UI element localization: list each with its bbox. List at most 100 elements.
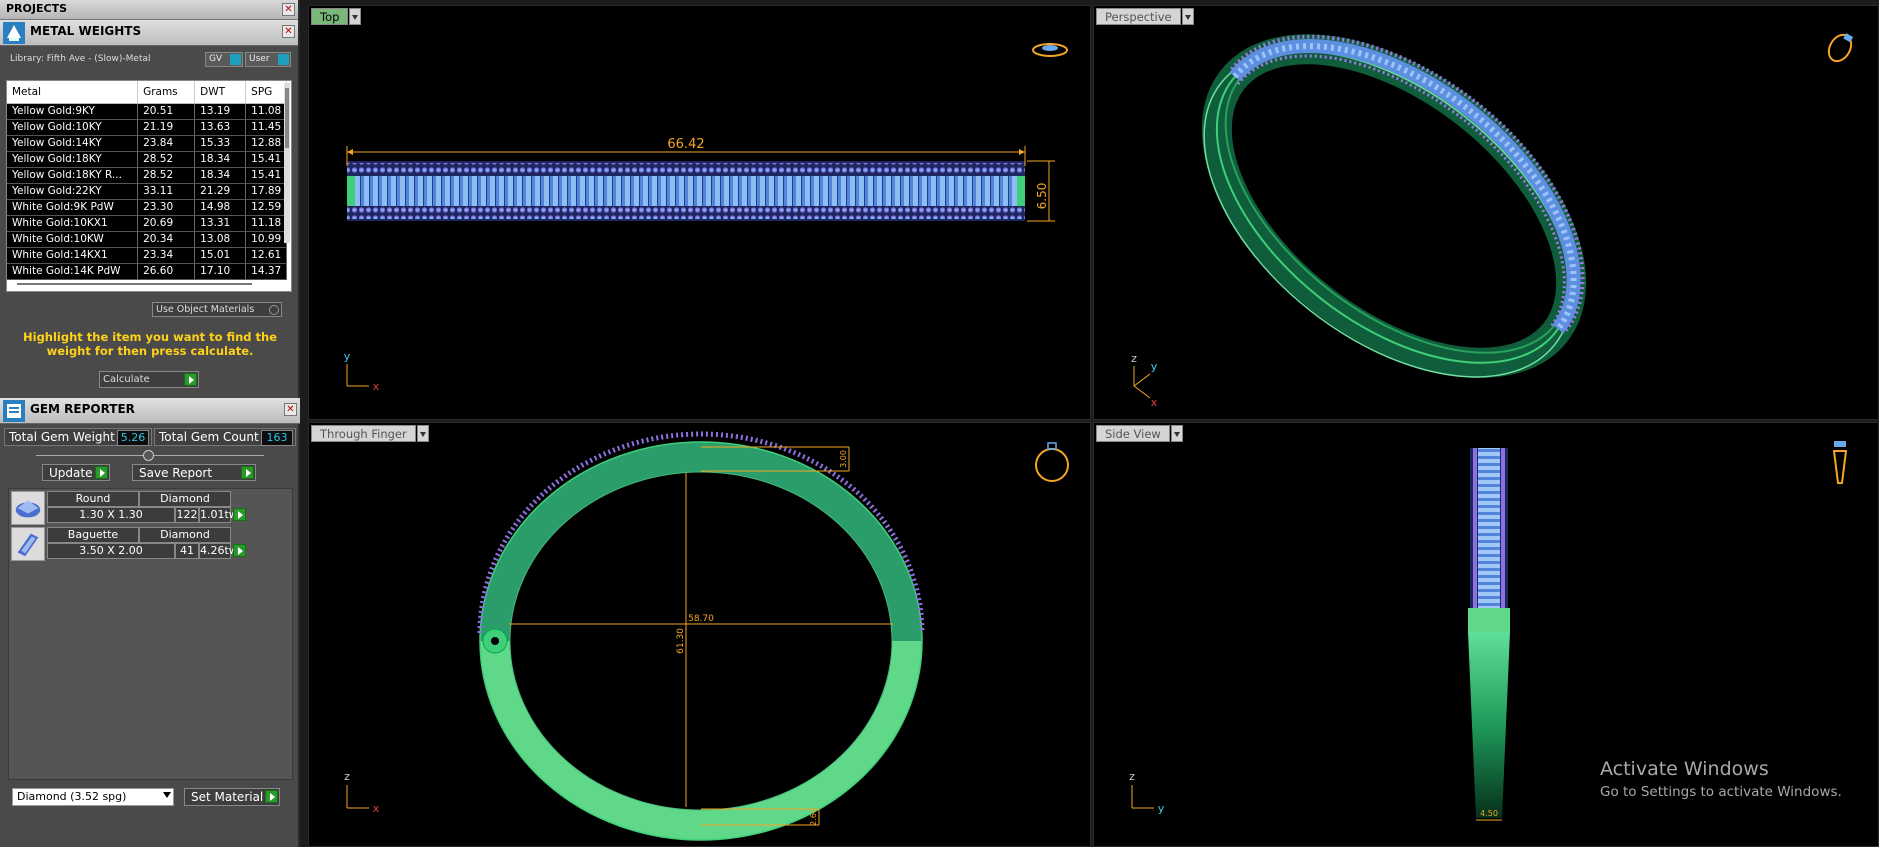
viewport-top[interactable]: Top 66.42 6.50 y x — [308, 5, 1091, 420]
total-count-value: 163 — [261, 430, 293, 446]
ring-thumbnail-icon — [1827, 33, 1854, 63]
table-cell: 10.99 — [245, 231, 287, 248]
watermark-subtitle: Go to Settings to activate Windows. — [1600, 784, 1842, 800]
gem-row-round[interactable]: Round Diamond 1.30 X 1.30 122 1.01tw — [11, 491, 271, 525]
horizontal-scrollbar[interactable] — [17, 283, 252, 285]
table-row[interactable]: Yellow Gold:10KY 21.19 13.63 11.45 — [7, 119, 287, 136]
table-cell: 11.08 — [245, 103, 287, 120]
table-row[interactable]: Yellow Gold:18KY 28.52 18.34 15.41 — [7, 151, 287, 168]
horizontal-diameter-dimension: 58.70 — [688, 614, 714, 624]
save-report-button[interactable]: Save Report — [132, 464, 256, 481]
table-cell: 17.10 — [194, 263, 247, 280]
axis-label: z — [1131, 352, 1137, 365]
side-width-dimension: 4.50 — [1480, 809, 1498, 818]
table-row[interactable]: White Gold:10KW 20.34 13.08 10.99 — [7, 231, 287, 248]
table-cell: 13.63 — [194, 119, 247, 136]
save-report-label: Save Report — [139, 466, 213, 480]
metal-table[interactable]: Metal Grams DWT SPG Yellow Gold:9KY 20.51 13.… — [6, 80, 292, 292]
play-icon[interactable] — [233, 508, 246, 521]
set-material-button[interactable]: Set Material — [184, 788, 280, 806]
close-icon[interactable]: ✕ — [282, 25, 295, 38]
table-row[interactable]: White Gold:14KX1 23.34 15.01 12.61 — [7, 247, 287, 264]
chevron-down-icon — [163, 792, 171, 798]
total-count-label: Total Gem Count — [159, 430, 259, 444]
table-row[interactable]: Yellow Gold:14KY 23.84 15.33 12.88 — [7, 135, 287, 152]
column-header[interactable]: Metal — [7, 81, 139, 104]
gem-weight: 1.01tw — [199, 507, 238, 523]
table-cell: 20.34 — [137, 231, 196, 248]
metal-weights-header: METAL WEIGHTS ✕ — [0, 20, 298, 46]
top-view-drawing: 66.42 6.50 y x — [344, 43, 1068, 393]
table-cell: 11.45 — [245, 119, 287, 136]
table-row[interactable]: Yellow Gold:22KY 33.11 21.29 17.89 — [7, 183, 287, 200]
viewport-perspective[interactable]: Perspective z y x — [1093, 5, 1879, 420]
table-cell: 28.52 — [137, 151, 196, 168]
axis-label: x — [1151, 396, 1158, 409]
watermark-title: Activate Windows — [1600, 758, 1769, 780]
set-material-label: Set Material — [191, 790, 264, 804]
vertical-scrollbar[interactable] — [284, 83, 290, 243]
vertical-diameter-dimension: 61.30 — [676, 628, 686, 654]
table-cell: 23.30 — [137, 199, 196, 216]
close-icon[interactable]: ✕ — [284, 403, 297, 416]
gem-reporter-header: GEM REPORTER ✕ — [0, 398, 300, 424]
top-width-dimension: 6.50 — [1035, 183, 1049, 210]
table-cell: 18.34 — [194, 151, 247, 168]
viewport-through-finger[interactable]: Through Finger 58.70 61.30 3.00 2.60 z x — [308, 422, 1091, 847]
table-row[interactable]: Yellow Gold:9KY 20.51 13.19 11.08 — [7, 103, 287, 120]
library-label: Library: Fifth Ave - (Slow)-Metal — [10, 54, 151, 64]
bottom-thickness-dimension: 2.60 — [809, 808, 818, 826]
table-cell: 21.29 — [194, 183, 247, 200]
calculate-button[interactable]: Calculate — [99, 371, 199, 388]
baguette-gem-icon — [11, 527, 45, 561]
calculate-label: Calculate — [103, 374, 150, 385]
table-row[interactable]: Yellow Gold:18KY R... 28.52 18.34 15.41 — [7, 167, 287, 184]
gv-label: GV — [209, 54, 223, 64]
user-toggle[interactable]: User — [245, 52, 291, 67]
play-icon — [184, 373, 197, 386]
play-icon — [241, 466, 254, 479]
table-cell: 11.18 — [245, 215, 287, 232]
gem-row-baguette[interactable]: Baguette Straight Diamond 3.50 X 2.00 41… — [11, 527, 271, 561]
panel-slider-handle[interactable] — [143, 450, 154, 461]
close-icon[interactable]: ✕ — [282, 3, 295, 16]
use-object-materials-toggle[interactable]: Use Object Materials — [152, 302, 282, 317]
gem-reporter-icon — [3, 400, 25, 422]
material-select[interactable]: Diamond (3.52 spg) — [12, 788, 174, 806]
axis-label: y — [1158, 802, 1165, 815]
update-button[interactable]: Update — [42, 464, 110, 481]
play-icon[interactable] — [233, 544, 246, 557]
gem-shape: Round — [47, 491, 139, 507]
table-cell: 15.41 — [245, 167, 287, 184]
gem-reporter-section: GEM REPORTER ✕ — [0, 398, 300, 424]
perspective-view-drawing: z y x — [1131, 33, 1854, 409]
column-header[interactable]: SPG — [245, 81, 287, 104]
table-cell: White Gold:14K PdW — [7, 263, 139, 280]
table-cell: White Gold:14KX1 — [7, 247, 139, 264]
total-weight-box: Total Gem Weight 5.26 — [4, 428, 152, 446]
gem-material: Diamond — [139, 491, 231, 507]
column-header[interactable]: DWT — [194, 81, 247, 104]
gem-weight: 4.26tw — [199, 543, 238, 559]
table-cell: White Gold:10KX1 — [7, 215, 139, 232]
round-gem-icon — [11, 491, 45, 525]
table-cell: 15.01 — [194, 247, 247, 264]
table-row[interactable]: White Gold:9K PdW 23.30 14.98 12.59 — [7, 199, 287, 216]
table-cell: 12.88 — [245, 135, 287, 152]
library-row: Library: Fifth Ave - (Slow)-Metal GV Use… — [0, 46, 298, 72]
projects-bar: PROJECTS ✕ — [0, 0, 298, 20]
radio-icon — [269, 305, 279, 315]
gv-toggle[interactable]: GV — [205, 52, 243, 67]
projects-title: PROJECTS — [6, 2, 67, 15]
axis-label: z — [1129, 770, 1135, 783]
gem-count: 122 — [175, 507, 199, 523]
table-row[interactable]: White Gold:10KX1 20.69 13.31 11.18 — [7, 215, 287, 232]
gem-totals: Total Gem Weight 5.26 Total Gem Count 16… — [4, 428, 296, 446]
column-header[interactable]: Grams — [137, 81, 196, 104]
axis-label: x — [373, 380, 380, 393]
table-cell: 13.08 — [194, 231, 247, 248]
table-row[interactable]: White Gold:14K PdW 26.60 17.10 14.37 — [7, 263, 287, 280]
ring-thumbnail-icon — [1035, 442, 1069, 482]
table-cell: Yellow Gold:18KY — [7, 151, 139, 168]
play-icon — [95, 466, 108, 479]
